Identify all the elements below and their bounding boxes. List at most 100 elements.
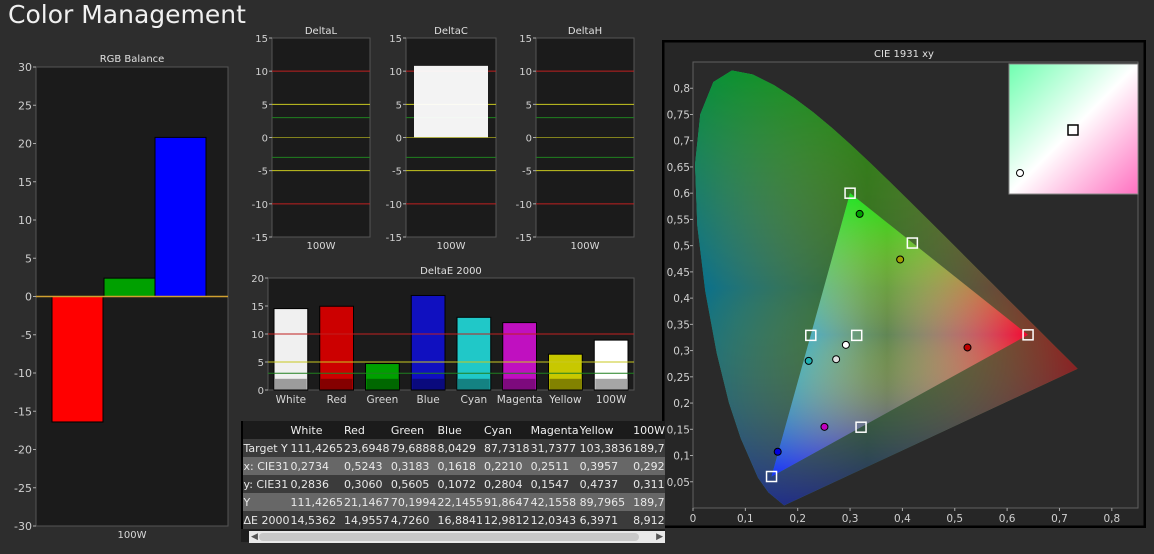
x-tick-label: Red (327, 394, 347, 406)
row-label: Y (242, 493, 290, 511)
x-tick-label: 0 (690, 513, 697, 525)
y-tick-label: 5 (25, 252, 32, 265)
y-tick-label: 0,3 (673, 346, 690, 358)
chart-title: CIE 1931 xy (874, 49, 934, 60)
column-header: White (289, 421, 344, 439)
y-tick-label: 0,7 (673, 136, 690, 148)
table-cell: 70,1994 (389, 493, 437, 511)
table-row: Y 111,4265 21,1467 70,1994 22,1455 91,8647 42,… (241, 493, 665, 511)
column-header: Blue (436, 421, 483, 439)
y-tick-label: 20 (251, 274, 264, 285)
x-tick-label: 0,2 (789, 513, 806, 525)
y-tick-label: 5 (262, 100, 268, 111)
x-tick-label: White (276, 394, 307, 406)
y-tick-label: 30 (18, 61, 32, 74)
de-bar-shade (320, 378, 353, 390)
y-tick-label: 10 (251, 330, 264, 341)
table-horizontal-scrollbar[interactable]: ◀ ▶ (249, 531, 665, 543)
row-label: y: CIE31 (242, 475, 290, 493)
inset-measured-point (1016, 169, 1024, 177)
table-cell: 0,1618 (436, 457, 483, 475)
table-cell: 0,4737 (578, 475, 633, 493)
y-tick-label: 0,4 (673, 293, 690, 305)
row-label: x: CIE31 (242, 457, 290, 475)
y-tick-label: 0,45 (667, 267, 690, 279)
y-tick-label: 0,8 (673, 83, 690, 95)
rgb-bar-green (103, 277, 156, 297)
table-cell: 0,5243 (343, 457, 390, 475)
measured-point-100w (841, 340, 850, 349)
y-tick-label: -10 (14, 367, 32, 380)
y-tick-label: 0,1 (673, 451, 690, 463)
y-tick-label: 5 (258, 358, 264, 369)
y-tick-label: 0,15 (667, 424, 690, 436)
y-tick-label: 15 (251, 302, 264, 313)
table-cell: 12,0343 (529, 511, 579, 529)
table-cell: 0,3183 (389, 457, 437, 475)
delta-h-chart: DeltaH 15 10 5 0 -5 -10 -15 100W (516, 26, 635, 252)
y-tick-label: 0,05 (667, 477, 690, 489)
delta-c-chart: DeltaC 15 10 5 0 -5 -10 -15 100W (386, 26, 497, 252)
x-tick-label: Yellow (548, 394, 582, 406)
y-tick-label: 5 (396, 100, 402, 111)
scroll-right-icon[interactable]: ▶ (656, 532, 663, 542)
de-bar-shade (366, 378, 399, 390)
table-cell: 21,1467 (343, 493, 390, 511)
y-tick-label: -5 (522, 167, 532, 178)
de-bar-shade (458, 378, 490, 390)
column-header: 100W (632, 421, 665, 439)
chart-title: DeltaE 2000 (420, 266, 482, 277)
y-tick-label: 20 (18, 138, 32, 151)
scroll-left-icon[interactable]: ◀ (251, 532, 258, 542)
y-tick-label: -30 (14, 520, 32, 533)
measurement-table: White Red Green Blue Cyan Magenta Yellow… (241, 421, 665, 542)
table-cell: 4,7260 (389, 511, 437, 529)
table-row: x: CIE31 0,2734 0,5243 0,3183 0,1618 0,2210 0,… (241, 457, 665, 475)
x-tick-label: 100W (571, 241, 600, 252)
table-cell: 14,5362 (289, 511, 344, 529)
y-tick-label: 15 (389, 34, 402, 45)
scrollbar-thumb[interactable] (259, 533, 639, 541)
table-cell: 111,4265 (289, 439, 344, 457)
table-cell: 89,7965 (578, 493, 633, 511)
y-tick-label: 15 (18, 176, 32, 189)
y-tick-label: 0,25 (667, 372, 690, 384)
rgb-bar-blue (154, 136, 207, 297)
y-tick-label: 0 (526, 134, 532, 145)
de-bar-shade (549, 378, 582, 390)
y-tick-label: 5 (526, 100, 532, 111)
y-tick-label: 0 (262, 134, 268, 145)
x-tick-label: 0,8 (1103, 513, 1120, 525)
x-tick-label: 0,4 (894, 513, 911, 525)
y-tick-label: 10 (255, 67, 268, 78)
y-tick-label: 0,6 (673, 188, 690, 200)
y-tick-label: 10 (519, 67, 532, 78)
table-cell: 6,3971 (578, 511, 633, 529)
row-label: Target Y (242, 439, 290, 457)
y-tick-label: -10 (252, 200, 268, 211)
cie-1931-chart: CIE 1931 xy 0 0,1 0,2 0,3 0,4 0,5 0,6 0,7 0,8 0,8 0… (662, 40, 1146, 528)
white-point-inset (1008, 63, 1139, 195)
x-tick-label: 0,1 (737, 513, 754, 525)
table-cell: 103,3836 (578, 439, 633, 457)
table-cell: 0,2804 (482, 475, 530, 493)
y-tick-label: -5 (258, 167, 268, 178)
y-tick-label: 15 (519, 34, 532, 45)
table-row: ΔE 2000 14,5362 14,9557 4,7260 16,8841 12,981… (241, 511, 665, 529)
table-cell: 12,9812 (482, 511, 530, 529)
de-bar-shade (503, 378, 536, 390)
y-tick-label: 25 (18, 99, 32, 112)
y-tick-label: 10 (18, 214, 32, 227)
de-bar-shade (412, 378, 444, 390)
chart-title: RGB Balance (100, 54, 165, 65)
table-cell: 91,8647 (482, 493, 530, 511)
table-cell: 0,2836 (289, 475, 344, 493)
table-cell: 111,4265 (289, 493, 344, 511)
de-bar-shade (595, 378, 627, 390)
measured-point-yellow (896, 255, 905, 264)
column-header: Green (389, 421, 437, 439)
x-tick-label: Blue (417, 394, 440, 406)
y-tick-label: 0,35 (667, 319, 690, 331)
measured-point-red (963, 343, 972, 352)
table-cell: 0,2734 (289, 457, 344, 475)
